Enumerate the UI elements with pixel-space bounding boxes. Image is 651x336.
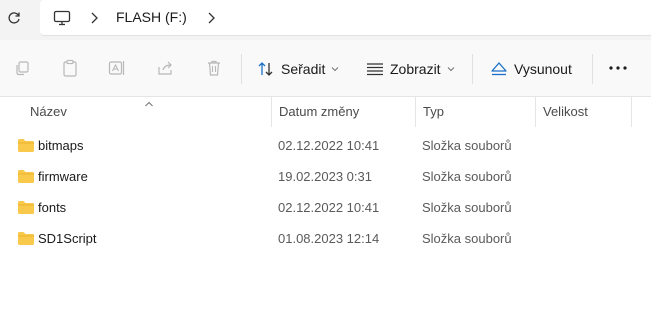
more-icon[interactable] xyxy=(608,60,628,76)
file-date: 01.08.2023 12:14 xyxy=(278,231,380,246)
folder-icon xyxy=(17,169,35,184)
file-date: 02.12.2022 10:41 xyxy=(278,200,380,215)
eject-icon xyxy=(490,60,508,78)
sort-label: Seřadit xyxy=(281,61,326,77)
computer-icon[interactable] xyxy=(53,10,71,26)
paste-icon[interactable] xyxy=(61,59,79,77)
column-header-name[interactable]: Název xyxy=(23,97,271,127)
delete-icon[interactable] xyxy=(205,59,223,77)
view-label: Zobrazit xyxy=(390,61,441,77)
column-header-date[interactable]: Datum změny xyxy=(272,97,414,127)
breadcrumb-drive[interactable]: FLASH (F:) xyxy=(116,9,187,25)
file-type: Složka souborů xyxy=(422,200,512,215)
file-name[interactable]: firmware xyxy=(38,162,88,192)
file-type: Složka souborů xyxy=(422,138,512,153)
file-name[interactable]: SD1Script xyxy=(38,224,97,254)
file-name[interactable]: fonts xyxy=(38,193,66,223)
eject-button[interactable]: Vysunout xyxy=(490,57,572,81)
rename-icon[interactable] xyxy=(108,59,126,77)
refresh-icon[interactable] xyxy=(4,8,24,28)
file-row[interactable]: fonts 02.12.2022 10:41 Složka souborů xyxy=(0,193,651,223)
command-bar: Seřadit Zobrazit Vysunout xyxy=(0,40,651,97)
file-row[interactable]: bitmaps 02.12.2022 10:41 Složka souborů xyxy=(0,131,651,161)
toolbar-divider xyxy=(592,54,593,84)
address-bar-row: FLASH (F:) xyxy=(0,0,651,40)
folder-icon xyxy=(17,200,35,215)
copy-icon[interactable] xyxy=(13,59,31,77)
share-icon[interactable] xyxy=(157,59,175,77)
chevron-down-icon xyxy=(447,65,455,73)
folder-icon xyxy=(17,231,35,246)
file-type: Složka souborů xyxy=(422,231,512,246)
column-header-row: Název Datum změny Typ Velikost xyxy=(0,97,651,129)
sort-icon xyxy=(257,60,275,78)
view-button[interactable]: Zobrazit xyxy=(366,57,455,81)
file-date: 19.02.2023 0:31 xyxy=(278,169,372,184)
toolbar-divider xyxy=(472,54,473,84)
file-date: 02.12.2022 10:41 xyxy=(278,138,380,153)
toolbar-divider xyxy=(241,54,242,84)
file-row[interactable]: firmware 19.02.2023 0:31 Složka souborů xyxy=(0,162,651,192)
sort-button[interactable]: Seřadit xyxy=(257,57,339,81)
view-icon xyxy=(366,60,384,78)
folder-icon xyxy=(17,138,35,153)
column-header-size[interactable]: Velikost xyxy=(536,97,630,127)
address-bar[interactable]: FLASH (F:) xyxy=(40,0,651,36)
eject-label: Vysunout xyxy=(514,61,572,77)
file-type: Složka souborů xyxy=(422,169,512,184)
file-row[interactable]: SD1Script 01.08.2023 12:14 Složka soubor… xyxy=(0,224,651,254)
chevron-right-icon[interactable] xyxy=(89,11,99,25)
column-header-type[interactable]: Typ xyxy=(416,97,534,127)
column-divider[interactable] xyxy=(631,97,632,127)
chevron-down-icon xyxy=(331,65,339,73)
chevron-right-icon[interactable] xyxy=(206,11,216,25)
file-name[interactable]: bitmaps xyxy=(38,131,84,161)
